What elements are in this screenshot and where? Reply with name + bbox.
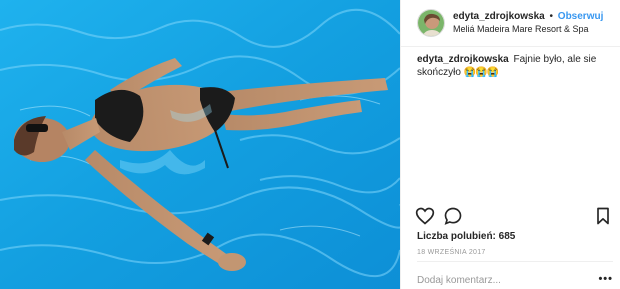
avatar-image (418, 10, 444, 36)
header-separator: • (549, 11, 554, 22)
bookmark-icon[interactable] (593, 206, 613, 226)
caption-username-link[interactable]: edyta_zdrojkowska (417, 54, 509, 65)
post-photo[interactable] (0, 0, 400, 289)
add-comment-input[interactable]: Dodaj komentarz... (417, 275, 501, 286)
post-actions (415, 206, 611, 226)
comment-bar: Dodaj komentarz... ••• (417, 261, 613, 289)
caption-emoji: 😭😭😭 (463, 67, 499, 78)
more-options-button[interactable]: ••• (598, 273, 613, 285)
location-link[interactable]: Meliá Madeira Mare Resort & Spa (453, 23, 603, 36)
heart-outline-icon[interactable] (415, 206, 435, 226)
follow-button[interactable]: Obserwuj (558, 11, 604, 22)
post-header: edyta_zdrojkowska • Obserwuj Meliá Madei… (401, 0, 620, 47)
header-text: edyta_zdrojkowska • Obserwuj Meliá Madei… (453, 10, 603, 36)
post-caption: edyta_zdrojkowska Fajnie było, ale sie s… (417, 53, 613, 79)
likes-count[interactable]: Liczba polubień: 685 (417, 231, 515, 242)
comment-bubble-icon[interactable] (443, 206, 463, 226)
post-sidebar: edyta_zdrojkowska • Obserwuj Meliá Madei… (400, 0, 620, 289)
header-top-row: edyta_zdrojkowska • Obserwuj (453, 10, 603, 23)
post-date: 18 WRZEŚNIA 2017 (417, 249, 486, 256)
instagram-post: edyta_zdrojkowska • Obserwuj Meliá Madei… (0, 0, 620, 289)
avatar[interactable] (417, 9, 445, 37)
pool-swimmer-image (0, 0, 400, 289)
header-username-link[interactable]: edyta_zdrojkowska (453, 11, 545, 22)
